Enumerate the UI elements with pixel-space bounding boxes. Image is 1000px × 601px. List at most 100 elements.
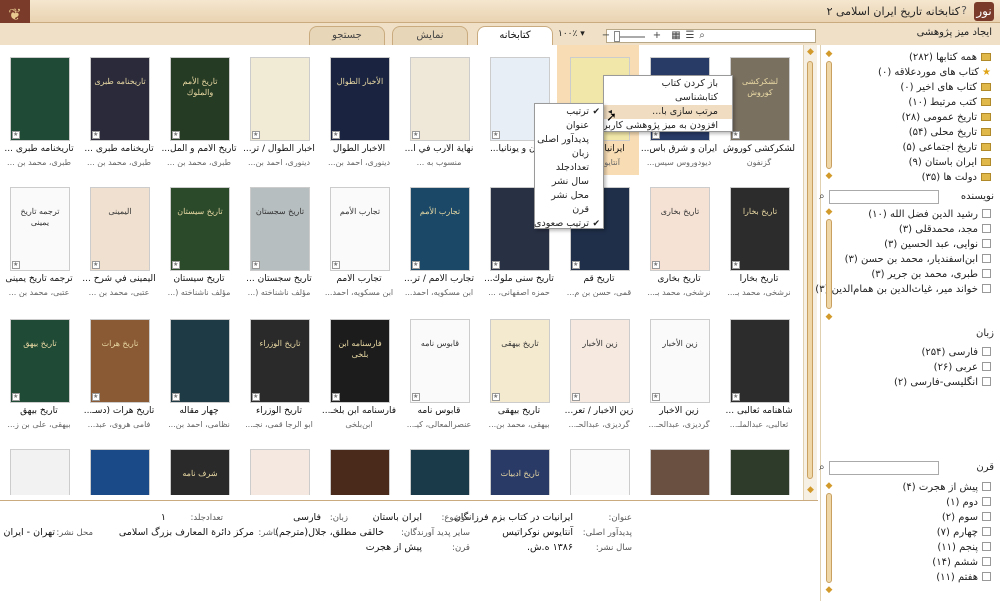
- checkbox[interactable]: [982, 224, 991, 233]
- sort-option[interactable]: پدیدآور اصلی: [535, 133, 603, 147]
- sort-option[interactable]: قرن: [535, 203, 603, 217]
- book-item[interactable]: الیمینی ★ الیمینی في شرح ... عتبی، محمد بن …: [77, 175, 159, 305]
- sort-option[interactable]: سال نشر: [535, 175, 603, 189]
- book-item[interactable]: تاريخ الأمم والملوك ★ تاریخ الأمم و المل..…: [157, 45, 239, 175]
- list-view-icon[interactable]: ☰: [684, 29, 696, 42]
- book-item[interactable]: ★ نهایة الأرب في أ... منسوب به ...: [397, 45, 479, 175]
- scroll-up-icon[interactable]: ◆: [823, 207, 835, 217]
- book-cover[interactable]: شرف نامه★: [170, 449, 230, 495]
- book-item[interactable]: تاریخ سیستان ★ تاریخ سیستان مؤلف ناشناخته (…: [157, 175, 239, 305]
- book-cover[interactable]: الأخبار الطوال ★: [330, 57, 390, 141]
- checkbox[interactable]: [982, 254, 991, 263]
- book-cover[interactable]: تاریخ بخاری ★: [650, 187, 710, 271]
- book-cover[interactable]: قابوس نامه ★: [410, 319, 470, 403]
- checkbox[interactable]: [982, 239, 991, 248]
- book-cover[interactable]: تاریخ بخارا ★: [730, 187, 790, 271]
- favorite-star-icon[interactable]: ★: [492, 131, 500, 139]
- favorite-star-icon[interactable]: ★: [412, 131, 420, 139]
- filter-item[interactable]: فارسی (۲۵۴): [922, 345, 991, 360]
- book-cover[interactable]: ★: [570, 449, 630, 495]
- grid-view-icon[interactable]: ▦: [670, 29, 682, 42]
- grid-scrollbar[interactable]: ◆ ◆: [803, 45, 817, 500]
- favorite-star-icon[interactable]: ★: [492, 261, 500, 269]
- checkbox[interactable]: [982, 362, 991, 371]
- help-icon[interactable]: ?: [955, 3, 973, 19]
- search-icon[interactable]: ⌕: [696, 29, 708, 42]
- collection-item[interactable]: کتاب های اخیر (۰): [900, 80, 991, 95]
- collections-scrollbar[interactable]: ◆ ◆: [823, 49, 835, 181]
- filter-item[interactable]: رشید الدین فضل الله (۱۰): [868, 207, 991, 222]
- sort-option[interactable]: عنوان: [535, 119, 603, 133]
- book-cover[interactable]: ★: [410, 57, 470, 141]
- book-cover[interactable]: ★: [90, 449, 150, 495]
- checkbox[interactable]: [982, 497, 991, 506]
- filter-item[interactable]: مجد، محمدقلی (۳): [899, 222, 991, 237]
- sort-option[interactable]: زبان: [535, 147, 603, 161]
- filter-item[interactable]: چهارم (۷): [937, 525, 991, 540]
- favorite-star-icon[interactable]: ★: [92, 131, 100, 139]
- book-item[interactable]: ★: [317, 437, 399, 495]
- book-cover[interactable]: زین الأخبار ★: [570, 319, 630, 403]
- scrollbar-thumb[interactable]: [826, 493, 832, 583]
- sort-option[interactable]: تعدادجلد: [535, 161, 603, 175]
- book-item[interactable]: زین الأخبار ★ زین الأخبار گردیزی، عبدالحـ..…: [637, 307, 719, 437]
- book-item[interactable]: تاریخ سجستان ★ تاریخ سجستان ... مؤلف ناشناخ…: [237, 175, 319, 305]
- filter-item[interactable]: دوم (۱): [946, 495, 991, 510]
- checkbox[interactable]: [982, 269, 991, 278]
- author-search-input[interactable]: ⌕: [819, 190, 939, 204]
- book-cover[interactable]: تجارب الأمم ★: [330, 187, 390, 271]
- filter-item[interactable]: پنجم (۱۱): [937, 540, 991, 555]
- book-item[interactable]: ★ شاهنامه ثعالبی ... ثعالبی، عبدالملـ...: [717, 307, 799, 437]
- book-item[interactable]: تاریخنامه طبری ★ تاریخنامه طبری ... طبری، م…: [77, 45, 159, 175]
- book-item[interactable]: فارسنامه ابن بلخی ★ فارسنامه ابن بلخـ... اب…: [317, 307, 399, 437]
- book-item[interactable]: ترجمه تاریخ یمینی ★ ترجمه تاریخ یمینی عتبی،…: [0, 175, 79, 305]
- scroll-down-icon[interactable]: ◆: [823, 585, 835, 595]
- scroll-down-icon[interactable]: ◆: [823, 171, 835, 181]
- filter-item[interactable]: عربی (۲۶): [934, 360, 991, 375]
- collection-item[interactable]: تاریخ محلی (۵۴): [909, 125, 991, 140]
- book-item[interactable]: ★: [237, 437, 319, 495]
- menu-open-book[interactable]: باز کردن کتاب: [604, 77, 732, 91]
- checkbox[interactable]: [982, 284, 991, 293]
- book-cover[interactable]: تجارب الأمم ★: [410, 187, 470, 271]
- book-cover[interactable]: ★: [10, 449, 70, 495]
- favorite-star-icon[interactable]: ★: [412, 261, 420, 269]
- favorite-star-icon[interactable]: ★: [652, 393, 660, 401]
- book-cover[interactable]: تاریخ الوزراء ★: [250, 319, 310, 403]
- book-item[interactable]: ★: [0, 437, 79, 495]
- collection-item[interactable]: کتب مرتبط (۱۰): [908, 95, 991, 110]
- book-cover[interactable]: لشکرکشی کوروش ★: [730, 57, 790, 141]
- book-cover[interactable]: تاریخ بیهقی ★: [490, 319, 550, 403]
- favorite-star-icon[interactable]: ★: [412, 393, 420, 401]
- favorite-star-icon[interactable]: ★: [12, 261, 20, 269]
- filter-item[interactable]: ششم (۱۴): [932, 555, 991, 570]
- favorite-star-icon[interactable]: ★: [92, 261, 100, 269]
- book-item[interactable]: ★: [637, 437, 719, 495]
- book-cover[interactable]: ★: [730, 449, 790, 495]
- collection-item[interactable]: دولت ها (۳۵): [922, 170, 991, 185]
- favorite-star-icon[interactable]: ★: [12, 131, 20, 139]
- filter-item[interactable]: نوایی، عبد الحسین (۳): [884, 237, 991, 252]
- favorite-star-icon[interactable]: ★: [252, 131, 260, 139]
- book-cover[interactable]: ★: [410, 449, 470, 495]
- favorite-star-icon[interactable]: ★: [252, 393, 260, 401]
- book-item[interactable]: ★: [397, 437, 479, 495]
- scroll-up-icon[interactable]: ◆: [823, 481, 835, 491]
- checkbox[interactable]: [982, 347, 991, 356]
- collection-item[interactable]: ایران باستان (۹): [909, 155, 991, 170]
- zoom-slider-thumb[interactable]: [614, 31, 620, 42]
- book-item[interactable]: تاریخ ادبیات★: [477, 437, 559, 495]
- favorite-star-icon[interactable]: ★: [172, 131, 180, 139]
- filter-item[interactable]: سوم (۲): [942, 510, 991, 525]
- checkbox[interactable]: [982, 542, 991, 551]
- book-item[interactable]: الأخبار الطوال ★ الأخبار الطوال دینوری، احم…: [317, 45, 399, 175]
- zoom-slider-track[interactable]: [617, 36, 645, 38]
- book-item[interactable]: تاریخ بخاری ★ تاریخ بخاری نرشخی، محمد بـ...: [637, 175, 719, 305]
- book-item[interactable]: تاریخ بیهق ★ تاریخ بیهق بیهقی، علی بن ز...: [0, 307, 79, 437]
- book-item[interactable]: تاریخ بیهقی ★ تاریخ بیهقی بیهقی، محمد بن...: [477, 307, 559, 437]
- book-cover[interactable]: ★: [250, 449, 310, 495]
- zoom-out-icon[interactable]: −: [600, 29, 612, 42]
- favorite-star-icon[interactable]: ★: [492, 393, 500, 401]
- book-item[interactable]: ★: [557, 437, 639, 495]
- sort-option[interactable]: ✔ ترتیب: [535, 105, 603, 119]
